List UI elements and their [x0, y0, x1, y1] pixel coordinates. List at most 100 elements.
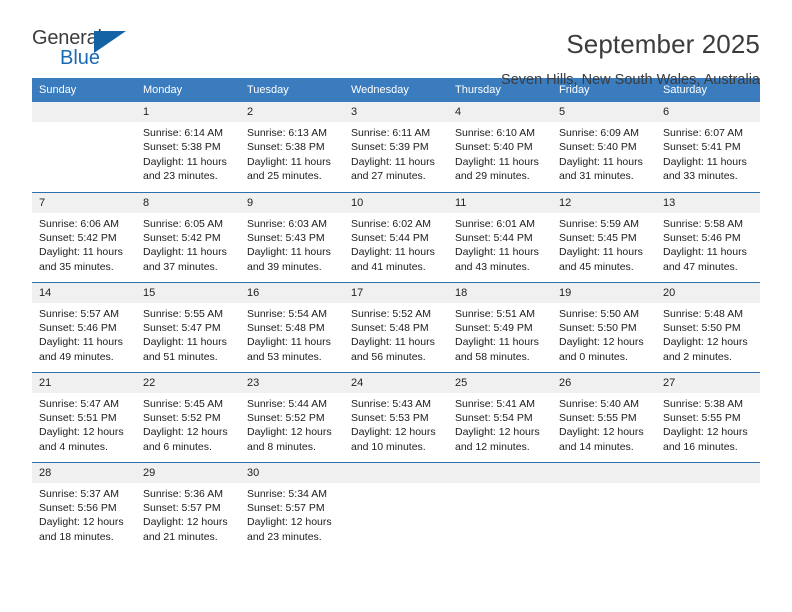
detail-sunset: Sunset: 5:53 PM — [351, 411, 429, 424]
calendar-day-cell[interactable]: 4 Sunrise: 6:10 AM Sunset: 5:40 PM Daylight… — [448, 102, 552, 192]
detail-sunset: Sunset: 5:50 PM — [559, 321, 637, 334]
calendar-day-cell[interactable]: 30 Sunrise: 5:34 AM Sunset: 5:57 PM Dayligh… — [240, 461, 344, 552]
detail-daylight1: Daylight: 11 hours — [455, 336, 539, 349]
detail-sunrise: Sunrise: 6:10 AM — [455, 127, 535, 139]
calendar-day-cell[interactable]: 12 Sunrise: 5:59 AM Sunset: 5:45 PM Dayligh… — [552, 191, 656, 282]
detail-sunset: Sunset: 5:51 PM — [39, 411, 117, 424]
detail-sunset: Sunset: 5:54 PM — [455, 411, 533, 424]
day-number: 12 — [552, 192, 656, 213]
detail-sunset: Sunset: 5:40 PM — [559, 141, 637, 154]
day-details: Sunrise: 5:45 AM Sunset: 5:52 PM Daylight:… — [136, 393, 240, 455]
calendar-day-cell[interactable]: 10 Sunrise: 6:02 AM Sunset: 5:44 PM Dayligh… — [344, 191, 448, 282]
calendar-day-cell[interactable]: 13 Sunrise: 5:58 AM Sunset: 5:46 PM Dayligh… — [656, 191, 760, 282]
calendar-day-cell[interactable]: 14 Sunrise: 5:57 AM Sunset: 5:46 PM Dayligh… — [32, 281, 136, 372]
calendar-day-cell[interactable]: 16 Sunrise: 5:54 AM Sunset: 5:48 PM Dayligh… — [240, 281, 344, 372]
day-details: Sunrise: 6:10 AM Sunset: 5:40 PM Daylight:… — [448, 122, 552, 184]
calendar-day-cell[interactable]: 17 Sunrise: 5:52 AM Sunset: 5:48 PM Dayligh… — [344, 281, 448, 372]
detail-daylight2: and 0 minutes. — [559, 350, 628, 363]
detail-sunset: Sunset: 5:41 PM — [663, 141, 741, 154]
detail-sunset: Sunset: 5:50 PM — [663, 321, 741, 334]
detail-daylight2: and 8 minutes. — [247, 440, 316, 453]
detail-daylight2: and 37 minutes. — [143, 260, 218, 273]
day-number — [448, 462, 552, 483]
day-details: Sunrise: 5:51 AM Sunset: 5:49 PM Daylight:… — [448, 303, 552, 365]
detail-sunrise: Sunrise: 5:43 AM — [351, 397, 431, 410]
detail-daylight2: and 31 minutes. — [559, 170, 634, 183]
day-number: 27 — [656, 372, 760, 393]
detail-sunrise: Sunrise: 5:41 AM — [455, 397, 535, 410]
detail-daylight1: Daylight: 12 hours — [559, 426, 644, 439]
detail-daylight1: Daylight: 11 hours — [39, 246, 123, 259]
detail-daylight1: Daylight: 11 hours — [247, 155, 331, 168]
day-number: 1 — [136, 102, 240, 122]
day-number — [344, 462, 448, 483]
detail-sunrise: Sunrise: 5:55 AM — [143, 307, 223, 320]
calendar-day-cell[interactable]: 18 Sunrise: 5:51 AM Sunset: 5:49 PM Dayligh… — [448, 281, 552, 372]
calendar-day-cell[interactable]: 20 Sunrise: 5:48 AM Sunset: 5:50 PM Dayligh… — [656, 281, 760, 372]
calendar-day-cell[interactable]: 3 Sunrise: 6:11 AM Sunset: 5:39 PM Daylight… — [344, 102, 448, 192]
day-number: 15 — [136, 282, 240, 303]
detail-sunrise: Sunrise: 5:36 AM — [143, 487, 223, 500]
calendar-day-cell[interactable]: 11 Sunrise: 6:01 AM Sunset: 5:44 PM Dayligh… — [448, 191, 552, 282]
calendar-body: 1 Sunrise: 6:14 AM Sunset: 5:38 PM Daylight… — [32, 102, 760, 552]
calendar-day-cell[interactable]: 7 Sunrise: 6:06 AM Sunset: 5:42 PM Daylight… — [32, 191, 136, 282]
calendar-empty-cell — [344, 461, 448, 552]
day-details: Sunrise: 5:58 AM Sunset: 5:46 PM Daylight:… — [656, 213, 760, 275]
day-number: 20 — [656, 282, 760, 303]
detail-sunrise: Sunrise: 5:38 AM — [663, 397, 743, 410]
detail-sunset: Sunset: 5:52 PM — [143, 411, 221, 424]
weekday-header-sunday: Sunday — [32, 78, 136, 102]
day-number — [32, 102, 136, 122]
general-blue-logo[interactable]: General Blue — [32, 28, 140, 74]
day-number: 9 — [240, 192, 344, 213]
calendar-day-cell[interactable]: 24 Sunrise: 5:43 AM Sunset: 5:53 PM Dayligh… — [344, 371, 448, 462]
detail-sunrise: Sunrise: 5:34 AM — [247, 487, 327, 500]
calendar-empty-cell — [552, 461, 656, 552]
day-details: Sunrise: 5:38 AM Sunset: 5:55 PM Daylight:… — [656, 393, 760, 455]
calendar-day-cell[interactable]: 25 Sunrise: 5:41 AM Sunset: 5:54 PM Dayligh… — [448, 371, 552, 462]
detail-sunset: Sunset: 5:46 PM — [39, 321, 117, 334]
detail-daylight1: Daylight: 11 hours — [351, 336, 435, 349]
day-details: Sunrise: 6:13 AM Sunset: 5:38 PM Daylight:… — [240, 122, 344, 184]
day-number — [656, 462, 760, 483]
calendar-day-cell[interactable]: 28 Sunrise: 5:37 AM Sunset: 5:56 PM Dayligh… — [32, 461, 136, 552]
calendar-day-cell[interactable]: 21 Sunrise: 5:47 AM Sunset: 5:51 PM Dayligh… — [32, 371, 136, 462]
calendar-day-cell[interactable]: 5 Sunrise: 6:09 AM Sunset: 5:40 PM Daylight… — [552, 102, 656, 192]
calendar-day-cell[interactable]: 6 Sunrise: 6:07 AM Sunset: 5:41 PM Daylight… — [656, 102, 760, 192]
day-number: 26 — [552, 372, 656, 393]
calendar-day-cell[interactable]: 27 Sunrise: 5:38 AM Sunset: 5:55 PM Dayligh… — [656, 371, 760, 462]
day-number: 8 — [136, 192, 240, 213]
calendar-day-cell[interactable]: 22 Sunrise: 5:45 AM Sunset: 5:52 PM Dayligh… — [136, 371, 240, 462]
calendar-day-cell[interactable]: 23 Sunrise: 5:44 AM Sunset: 5:52 PM Dayligh… — [240, 371, 344, 462]
detail-sunrise: Sunrise: 6:01 AM — [455, 217, 535, 230]
detail-daylight2: and 45 minutes. — [559, 260, 634, 273]
detail-daylight1: Daylight: 12 hours — [559, 336, 644, 349]
day-number: 23 — [240, 372, 344, 393]
calendar-day-cell[interactable]: 2 Sunrise: 6:13 AM Sunset: 5:38 PM Daylight… — [240, 102, 344, 192]
logo-text-general: General — [32, 27, 102, 49]
day-details: Sunrise: 6:07 AM Sunset: 5:41 PM Daylight:… — [656, 122, 760, 184]
calendar-day-cell[interactable]: 26 Sunrise: 5:40 AM Sunset: 5:55 PM Dayligh… — [552, 371, 656, 462]
calendar-week-row: 28 Sunrise: 5:37 AM Sunset: 5:56 PM Dayligh… — [32, 461, 760, 552]
detail-daylight2: and 56 minutes. — [351, 350, 426, 363]
detail-sunrise: Sunrise: 5:37 AM — [39, 487, 119, 500]
day-number: 7 — [32, 192, 136, 213]
calendar-week-row: 1 Sunrise: 6:14 AM Sunset: 5:38 PM Daylight… — [32, 102, 760, 192]
day-number: 13 — [656, 192, 760, 213]
detail-daylight2: and 43 minutes. — [455, 260, 530, 273]
calendar-empty-cell — [448, 461, 552, 552]
calendar-day-cell[interactable]: 29 Sunrise: 5:36 AM Sunset: 5:57 PM Dayligh… — [136, 461, 240, 552]
calendar-day-cell[interactable]: 19 Sunrise: 5:50 AM Sunset: 5:50 PM Dayligh… — [552, 281, 656, 372]
calendar-day-cell[interactable]: 9 Sunrise: 6:03 AM Sunset: 5:43 PM Daylight… — [240, 191, 344, 282]
detail-sunset: Sunset: 5:38 PM — [247, 141, 325, 154]
day-details: Sunrise: 5:55 AM Sunset: 5:47 PM Daylight:… — [136, 303, 240, 365]
day-details: Sunrise: 6:11 AM Sunset: 5:39 PM Daylight:… — [344, 122, 448, 184]
calendar-day-cell[interactable]: 15 Sunrise: 5:55 AM Sunset: 5:47 PM Dayligh… — [136, 281, 240, 372]
calendar-day-cell[interactable]: 8 Sunrise: 6:05 AM Sunset: 5:42 PM Daylight… — [136, 191, 240, 282]
detail-daylight1: Daylight: 12 hours — [663, 336, 748, 349]
detail-daylight1: Daylight: 11 hours — [39, 336, 123, 349]
day-details: Sunrise: 5:44 AM Sunset: 5:52 PM Daylight:… — [240, 393, 344, 455]
detail-daylight2: and 18 minutes. — [39, 530, 114, 543]
detail-daylight2: and 4 minutes. — [39, 440, 108, 453]
calendar-day-cell[interactable]: 1 Sunrise: 6:14 AM Sunset: 5:38 PM Daylight… — [136, 102, 240, 192]
